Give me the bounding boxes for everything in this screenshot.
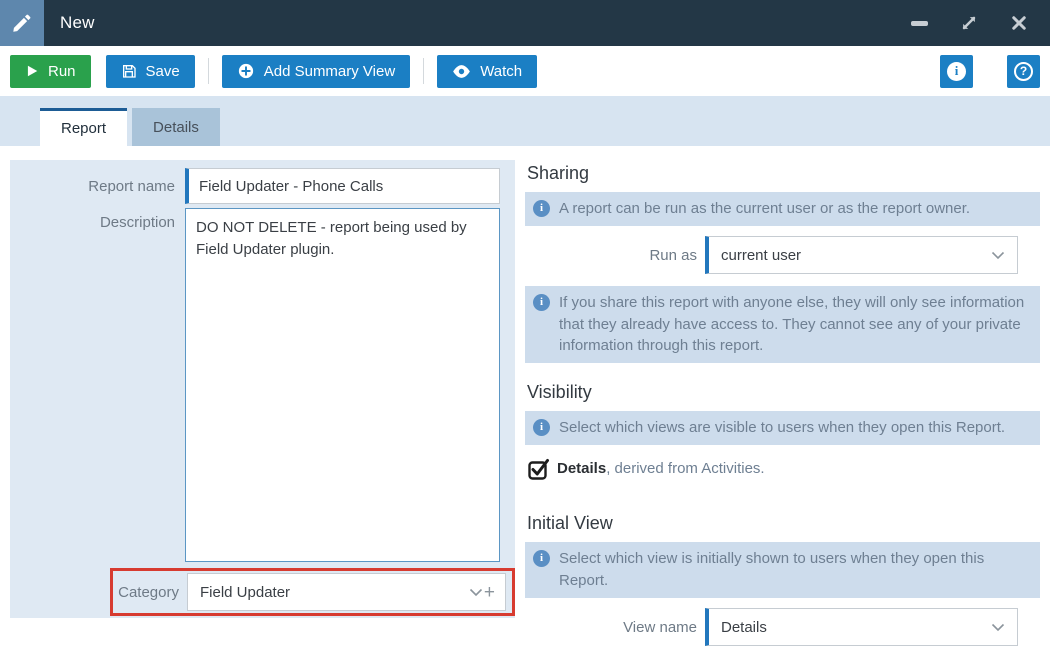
floppy-icon <box>121 63 137 79</box>
toolbar: Run Save Add Summary View Watch <box>0 46 1050 96</box>
help-button[interactable]: ? <box>1007 55 1040 88</box>
sharing-note-2: i If you share this report with anyone e… <box>525 286 1040 363</box>
plus-circle-icon <box>237 62 255 80</box>
resize-button[interactable] <box>956 10 982 36</box>
view-name-value: Details <box>721 619 767 636</box>
window-title: New <box>60 13 95 33</box>
tab-report-label: Report <box>61 120 106 137</box>
category-select[interactable]: Field Updater + <box>187 573 506 611</box>
settings-panel: Sharing i A report can be run as the cur… <box>525 160 1040 658</box>
run-button[interactable]: Run <box>10 55 91 88</box>
run-as-select[interactable]: current user <box>705 236 1018 274</box>
info-circle-icon: i <box>533 550 550 567</box>
initial-view-section-title: Initial View <box>525 510 1040 542</box>
close-button[interactable] <box>1006 10 1032 36</box>
report-form-panel: Report name Description DO NOT DELETE - … <box>10 160 515 618</box>
save-button-label: Save <box>146 63 180 80</box>
run-as-label: Run as <box>525 247 705 264</box>
info-circle-icon: i <box>533 294 550 311</box>
info-icon: i <box>947 62 966 81</box>
toolbar-separator <box>208 58 209 84</box>
report-name-input[interactable] <box>185 168 500 204</box>
close-icon <box>1010 14 1028 32</box>
report-name-label: Report name <box>10 178 185 195</box>
content-area: Report name Description DO NOT DELETE - … <box>0 146 1050 658</box>
watch-button-label: Watch <box>480 63 522 80</box>
report-editor-window: New Run <box>0 0 1050 640</box>
minimize-button[interactable] <box>906 10 932 36</box>
checkbox-label-bold: Details <box>557 460 606 477</box>
chevron-down-icon <box>991 251 1005 260</box>
tab-details-label: Details <box>153 119 199 136</box>
info-button[interactable]: i <box>940 55 973 88</box>
save-button[interactable]: Save <box>106 55 195 88</box>
chevron-down-icon <box>991 623 1005 632</box>
plus-icon: + <box>484 583 495 602</box>
description-textarea[interactable]: DO NOT DELETE - report being used by Fie… <box>185 208 500 562</box>
play-icon <box>25 64 39 78</box>
category-label: Category <box>115 584 187 601</box>
pencil-icon <box>0 0 46 46</box>
add-summary-view-button[interactable]: Add Summary View <box>222 55 410 88</box>
category-highlight-box: Category Field Updater + <box>110 568 515 616</box>
sharing-section-title: Sharing <box>525 160 1040 192</box>
visibility-note: i Select which views are visible to user… <box>525 411 1040 445</box>
view-name-select[interactable]: Details <box>705 608 1018 646</box>
run-as-value: current user <box>721 247 801 264</box>
watch-button[interactable]: Watch <box>437 55 537 88</box>
toolbar-separator <box>423 58 424 84</box>
category-value: Field Updater <box>200 584 290 601</box>
view-name-label: View name <box>525 619 705 636</box>
info-circle-icon: i <box>533 200 550 217</box>
window-titlebar: New <box>0 0 1050 46</box>
add-summary-view-label: Add Summary View <box>264 63 395 80</box>
initial-view-note: i Select which view is initially shown t… <box>525 542 1040 598</box>
details-view-checkbox-row: Details, derived from Activities. <box>525 445 1040 494</box>
eye-icon <box>452 64 471 79</box>
run-button-label: Run <box>48 63 76 80</box>
tab-report[interactable]: Report <box>40 108 127 146</box>
sharing-note-1: i A report can be run as the current use… <box>525 192 1040 226</box>
tabstrip: Report Details <box>0 96 1050 146</box>
description-label: Description <box>10 204 185 231</box>
chevron-down-icon <box>469 588 483 597</box>
checkbox-checked-icon[interactable] <box>527 457 551 481</box>
help-icon: ? <box>1014 62 1033 81</box>
tab-details[interactable]: Details <box>132 108 220 146</box>
resize-icon <box>959 13 979 33</box>
checkbox-label-rest: , derived from Activities. <box>606 460 764 477</box>
info-circle-icon: i <box>533 419 550 436</box>
visibility-section-title: Visibility <box>525 379 1040 411</box>
